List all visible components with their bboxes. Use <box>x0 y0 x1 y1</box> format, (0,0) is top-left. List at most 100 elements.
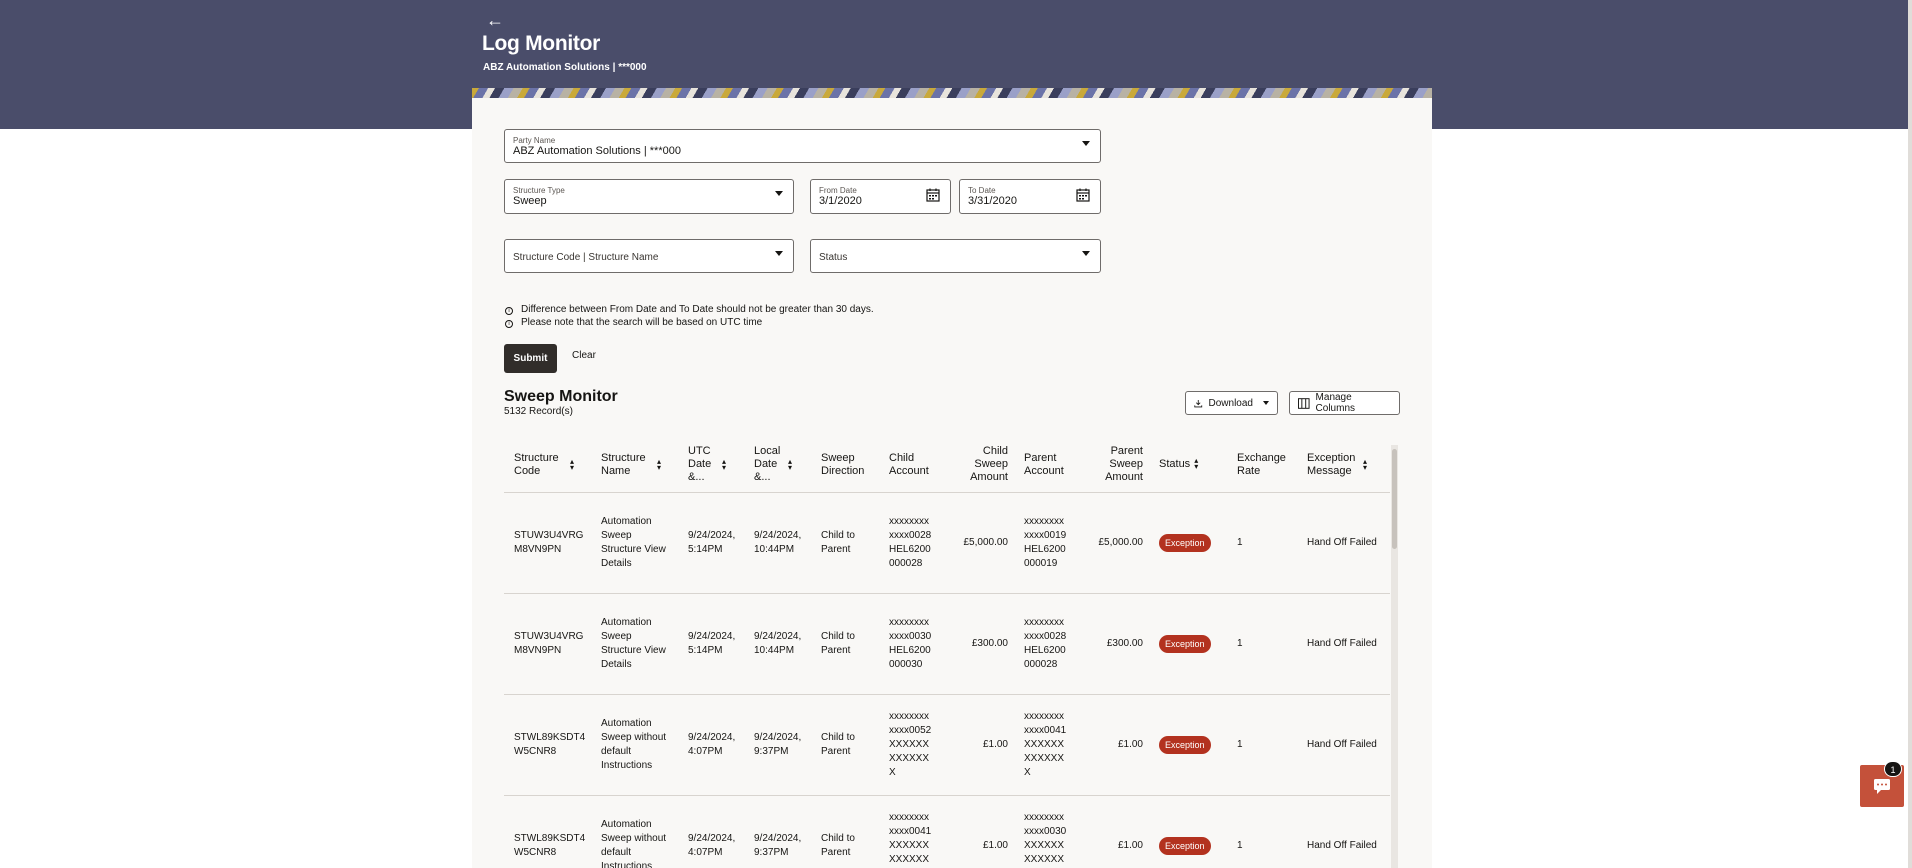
record-count: 5132 Record(s) <box>504 406 573 417</box>
structure-name-cell: Automation Sweep without default Instruc… <box>591 795 678 868</box>
submit-button[interactable]: Submit <box>504 344 557 373</box>
table-row[interactable]: STUW3U4VRGM8VN9PN Automation Sweep Struc… <box>504 593 1390 695</box>
table-row[interactable]: STUW3U4VRGM8VN9PN Automation Sweep Struc… <box>504 492 1390 594</box>
sweep-table: Structure Code▴ ▾ Structure Name▴ ▾ UTC Da… <box>504 438 1390 868</box>
structure-code-cell: STUW3U4VRGM8VN9PN <box>504 593 591 695</box>
column-header-child-account: Child Account <box>879 438 937 493</box>
child-sweep-amount-cell: £1.00 <box>937 694 1014 796</box>
structure-code-cell: STWL89KSDT4W5CNR8 <box>504 795 591 868</box>
back-arrow-icon[interactable]: ← <box>486 10 504 31</box>
decorative-banner-strip <box>472 88 1432 98</box>
structure-code-cell: STWL89KSDT4W5CNR8 <box>504 694 591 796</box>
chevron-down-icon <box>775 191 783 196</box>
download-label: Download <box>1208 397 1253 409</box>
parent-account-cell: xxxxxxxxxxxx0028 HEL6200000028 <box>1014 593 1072 695</box>
parent-account-cell: xxxxxxxxxxxx0030 XXXXXXXXXXXXX <box>1014 795 1072 868</box>
sort-icon[interactable]: ▴ ▾ <box>570 457 578 471</box>
structure-name-cell[interactable]: Automation Sweep Structure View Details <box>591 492 678 594</box>
column-header-parent-sweep-amount: Parent Sweep Amount <box>1072 438 1149 493</box>
child-sweep-amount-cell: £5,000.00 <box>937 492 1014 594</box>
child-account-cell: xxxxxxxxxxxx0028 HEL6200000028 <box>879 492 937 594</box>
child-account-cell: xxxxxxxxxxxx0030 HEL6200000030 <box>879 593 937 695</box>
date-range-note-text: Difference between From Date and To Date… <box>521 304 874 315</box>
party-name-value: ABZ Automation Solutions | ***000 <box>513 145 681 157</box>
party-name-select[interactable]: Party Name ABZ Automation Solutions | **… <box>504 129 1101 163</box>
structure-name-cell: Automation Sweep without default Instruc… <box>591 694 678 796</box>
column-header-status[interactable]: Status ▴ ▾ <box>1149 438 1227 493</box>
child-account-cell: xxxxxxxxxxxx0041 XXXXXXXXXXXXX <box>879 795 937 868</box>
to-date-label: To Date <box>968 186 996 195</box>
child-account-cell: xxxxxxxxxxxx0052 XXXXXXXXXXXXX <box>879 694 937 796</box>
utc-date-cell: 9/24/2024, 5:14PM <box>678 593 744 695</box>
status-badge: Exception <box>1159 836 1211 855</box>
manage-columns-label: Manage Columns <box>1315 392 1356 414</box>
column-header-utc-date[interactable]: UTC Date &...▴ ▾ <box>678 438 744 493</box>
scrollbar-thumb[interactable] <box>1392 449 1397 549</box>
column-header-exception-message[interactable]: Exception Message▴ ▾ <box>1297 438 1390 493</box>
column-header-structure-name[interactable]: Structure Name▴ ▾ <box>591 438 678 493</box>
table-row[interactable]: STWL89KSDT4W5CNR8 Automation Sweep witho… <box>504 795 1390 868</box>
page-scrollbar[interactable] <box>1908 0 1912 868</box>
parent-account-cell: xxxxxxxxxxxx0041 XXXXXXXXXXXXX <box>1014 694 1072 796</box>
parent-sweep-amount-cell: £1.00 <box>1072 694 1149 796</box>
exchange-rate-cell: 1 <box>1227 492 1297 594</box>
local-date-cell: 9/24/2024, 10:44PM <box>744 492 811 594</box>
utc-note: i Please note that the search will be bas… <box>505 317 762 328</box>
parent-sweep-amount-cell: £1.00 <box>1072 795 1149 868</box>
exception-message-cell: Hand Off Failed <box>1297 593 1390 695</box>
table-scrollbar[interactable] <box>1391 445 1398 868</box>
sort-icon[interactable]: ▴ ▾ <box>1363 457 1371 471</box>
structure-type-select[interactable]: Structure Type Sweep <box>504 179 794 214</box>
exception-message-cell: Hand Off Failed <box>1297 492 1390 594</box>
table-row[interactable]: STWL89KSDT4W5CNR8 Automation Sweep witho… <box>504 694 1390 796</box>
from-date-label: From Date <box>819 186 857 195</box>
sort-icon[interactable]: ▴ ▾ <box>1194 457 1202 471</box>
status-cell: Exception <box>1149 694 1227 796</box>
parent-sweep-amount-cell: £5,000.00 <box>1072 492 1149 594</box>
column-header-parent-account: Parent Account <box>1014 438 1072 493</box>
column-header-structure-code[interactable]: Structure Code▴ ▾ <box>504 438 591 493</box>
download-button[interactable]: Download <box>1185 391 1278 415</box>
sweep-direction-cell: Child to Parent <box>811 593 879 695</box>
utc-date-cell: 9/24/2024, 4:07PM <box>678 694 744 796</box>
chat-notification-badge: 1 <box>1884 761 1902 777</box>
chevron-down-icon <box>1082 141 1090 146</box>
sort-icon[interactable]: ▴ ▾ <box>722 457 730 471</box>
chevron-down-icon <box>1263 401 1269 405</box>
page-subtitle: ABZ Automation Solutions | ***000 <box>483 62 647 73</box>
columns-icon <box>1298 397 1310 409</box>
child-sweep-amount-cell: £1.00 <box>937 795 1014 868</box>
info-icon: i <box>505 320 513 328</box>
parent-sweep-amount-cell: £300.00 <box>1072 593 1149 695</box>
local-date-cell: 9/24/2024, 10:44PM <box>744 593 811 695</box>
sweep-table-container[interactable]: Structure Code▴ ▾ Structure Name▴ ▾ UTC Da… <box>504 438 1400 868</box>
structure-type-label: Structure Type <box>513 186 565 195</box>
status-placeholder: Status <box>819 252 848 263</box>
column-header-local-date[interactable]: Local Date &...▴ ▾ <box>744 438 811 493</box>
structure-code-placeholder: Structure Code | Structure Name <box>513 252 659 263</box>
manage-columns-button[interactable]: Manage Columns <box>1289 391 1400 415</box>
status-cell: Exception <box>1149 593 1227 695</box>
to-date-field[interactable]: To Date 3/31/2020 <box>959 179 1101 214</box>
structure-name-cell[interactable]: Automation Sweep Structure View Details <box>591 593 678 695</box>
table-header-row: Structure Code▴ ▾ Structure Name▴ ▾ UTC Da… <box>504 438 1390 493</box>
calendar-icon[interactable] <box>926 188 940 202</box>
column-header-sweep-direction: Sweep Direction <box>811 438 879 493</box>
sort-icon[interactable]: ▴ ▾ <box>788 457 796 471</box>
calendar-icon[interactable] <box>1076 188 1090 202</box>
status-badge: Exception <box>1159 735 1211 754</box>
sweep-direction-cell: Child to Parent <box>811 694 879 796</box>
status-cell: Exception <box>1149 492 1227 594</box>
from-date-field[interactable]: From Date 3/1/2020 <box>810 179 951 214</box>
structure-code-select[interactable]: Structure Code | Structure Name <box>504 239 794 273</box>
utc-date-cell: 9/24/2024, 5:14PM <box>678 492 744 594</box>
utc-date-cell: 9/24/2024, 4:07PM <box>678 795 744 868</box>
child-sweep-amount-cell: £300.00 <box>937 593 1014 695</box>
sort-icon[interactable]: ▴ ▾ <box>657 457 665 471</box>
clear-button[interactable]: Clear <box>572 350 596 361</box>
utc-note-text: Please note that the search will be base… <box>521 317 763 328</box>
exchange-rate-cell: 1 <box>1227 795 1297 868</box>
sweep-direction-cell: Child to Parent <box>811 795 879 868</box>
status-select[interactable]: Status <box>810 239 1101 273</box>
chevron-down-icon <box>775 251 783 256</box>
